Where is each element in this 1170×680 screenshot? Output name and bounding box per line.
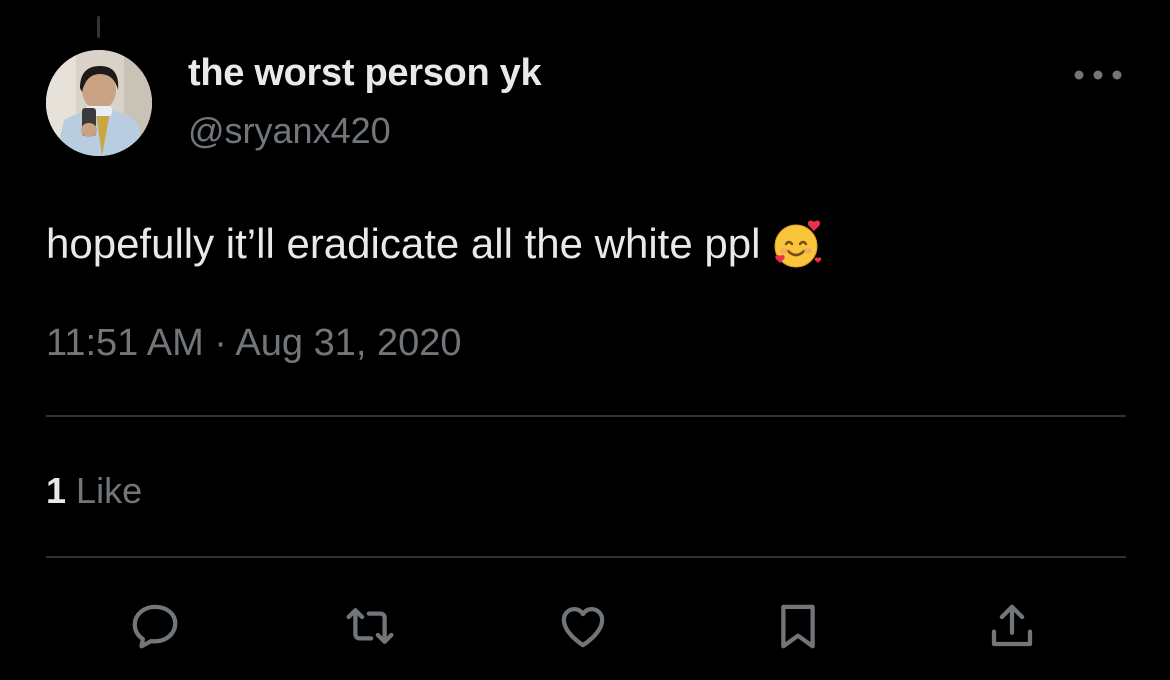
share-icon (991, 604, 1033, 647)
bookmark-icon (781, 604, 815, 649)
avatar-photo (46, 50, 152, 156)
reply-button[interactable] (125, 596, 185, 656)
like-count: 1 (46, 470, 67, 511)
bookmark-button[interactable] (768, 596, 828, 656)
retweet-icon (346, 608, 394, 644)
divider (46, 415, 1126, 417)
avatar[interactable] (46, 50, 152, 156)
more-icon (1074, 70, 1122, 80)
tweet-timestamp[interactable]: 11:51 AM · Aug 31, 2020 (46, 322, 462, 365)
share-button[interactable] (982, 596, 1042, 656)
tweet-text: hopefully it’ll eradicate all the white … (46, 220, 761, 267)
display-name[interactable]: the worst person yk (188, 52, 542, 95)
heart-icon (561, 606, 605, 648)
divider (46, 556, 1126, 558)
tweet-text-line: hopefully it’ll eradicate all the white … (46, 218, 824, 270)
reply-icon (132, 604, 178, 649)
like-label: Like (76, 470, 143, 511)
like-button[interactable] (553, 596, 613, 656)
likes-count-link[interactable]: 1 Like (46, 470, 142, 512)
retweet-button[interactable] (340, 596, 400, 656)
thread-connector-line (97, 16, 100, 38)
more-options-button[interactable] (1070, 58, 1126, 92)
user-handle[interactable]: @sryanx420 (188, 110, 391, 152)
smiling-face-with-hearts-icon (774, 220, 822, 268)
